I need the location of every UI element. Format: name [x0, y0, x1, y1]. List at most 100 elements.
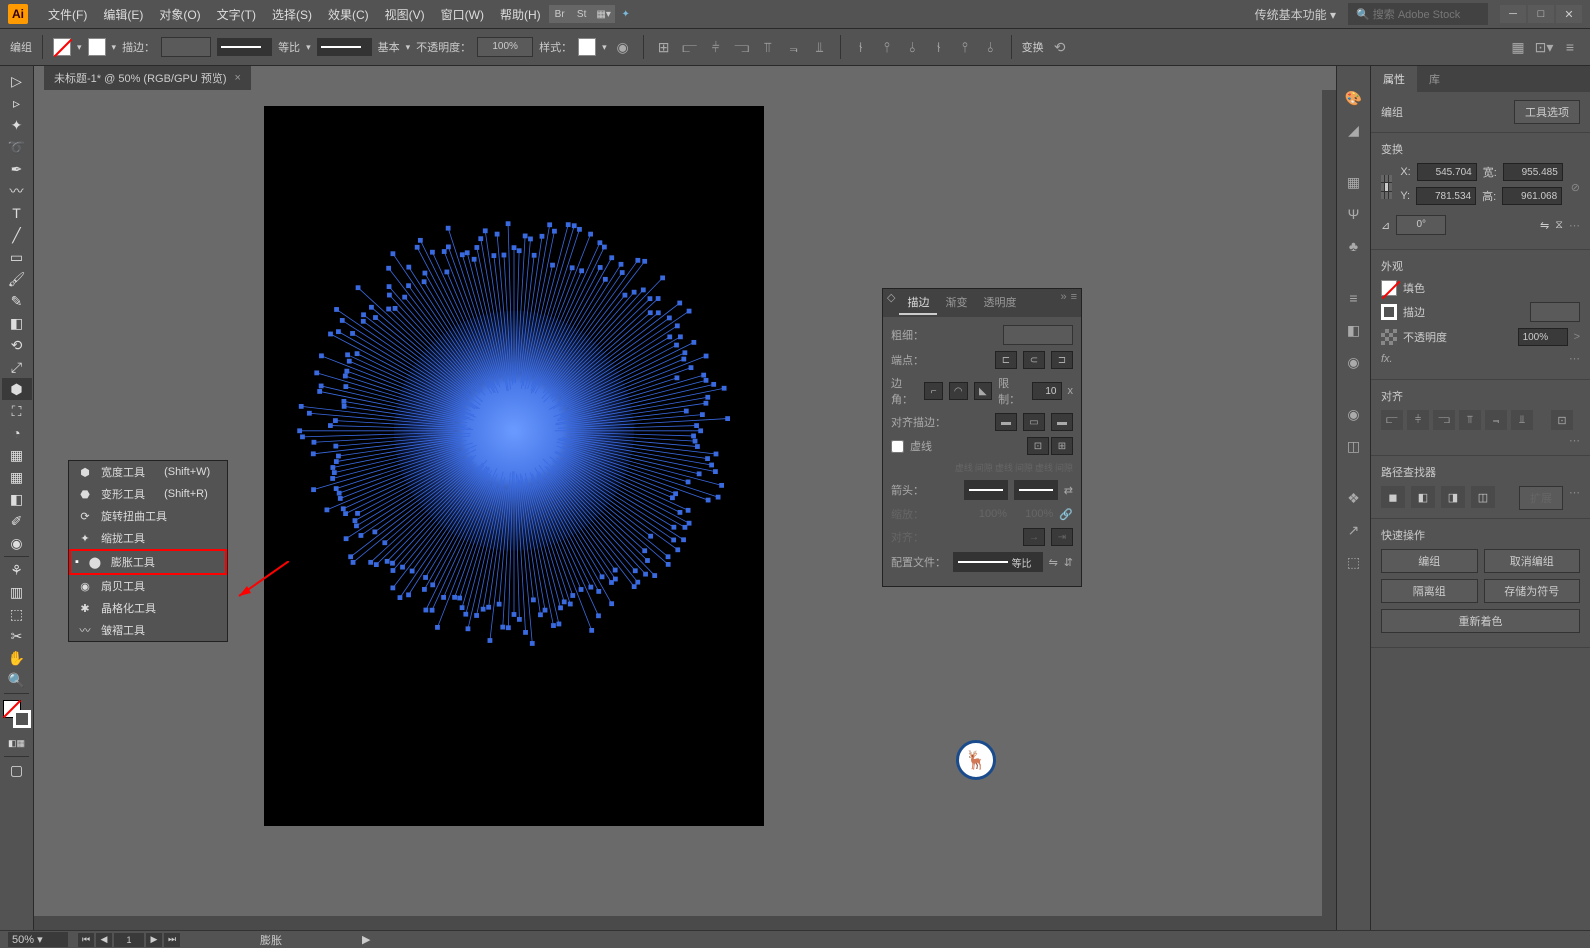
stroke-weight-input[interactable] — [1003, 325, 1073, 345]
dash-align-1[interactable]: ⊡ — [1027, 437, 1049, 455]
align-to-key[interactable]: ⊡ — [1551, 410, 1573, 430]
save-symbol-button[interactable]: 存储为符号 — [1484, 579, 1581, 603]
fx-button[interactable]: fx. — [1381, 353, 1393, 365]
flyout-crystallize-tool[interactable]: ✱晶格化工具 — [69, 597, 227, 619]
rectangle-tool[interactable]: ▭ — [2, 246, 32, 268]
flyout-twirl-tool[interactable]: ⟳旋转扭曲工具 — [69, 505, 227, 527]
search-stock-input[interactable]: 🔍 搜索 Adobe Stock — [1348, 3, 1488, 25]
transparency-panel-icon[interactable]: ◉ — [1342, 350, 1366, 374]
menu-effect[interactable]: 效果(C) — [320, 2, 377, 27]
cap-butt[interactable]: ⊏ — [995, 351, 1017, 369]
lasso-tool[interactable]: ➰ — [2, 136, 32, 158]
align-outside[interactable]: ▬ — [1051, 413, 1073, 431]
flyout-scallop-tool[interactable]: ◉扇贝工具 — [69, 575, 227, 597]
dist-v2-icon[interactable]: ⫯ — [955, 37, 975, 57]
grid-icon[interactable]: ▦ — [1508, 37, 1528, 57]
dist-v-icon[interactable]: ⫯ — [877, 37, 897, 57]
color-panel-icon[interactable]: 🎨 — [1342, 86, 1366, 110]
recolor-icon[interactable]: ◉ — [613, 37, 633, 57]
arrow-ext2[interactable]: ⇥ — [1051, 528, 1073, 546]
slice-tool[interactable]: ✂ — [2, 625, 32, 647]
gpu-icon[interactable]: ✦ — [615, 5, 637, 23]
transform-icon[interactable]: ⟲ — [1050, 37, 1070, 57]
vertical-scrollbar[interactable] — [1322, 90, 1336, 930]
stroke-tab[interactable]: 描边 — [899, 291, 937, 315]
align-inside[interactable]: ▭ — [1023, 413, 1045, 431]
nav-prev[interactable]: ◀ — [96, 933, 112, 947]
stroke-weight-dropdown[interactable] — [161, 37, 211, 57]
isolate-button[interactable]: 隔离组 — [1381, 579, 1478, 603]
nav-last[interactable]: ⏭ — [164, 933, 180, 947]
free-transform-tool[interactable]: ⛶ — [2, 400, 32, 422]
nav-page[interactable]: 1 — [114, 933, 144, 947]
align-top[interactable]: ⫪ — [1459, 410, 1481, 430]
stroke-swatch[interactable] — [88, 38, 106, 56]
align-hcenter-icon[interactable]: ⫩ — [706, 37, 726, 57]
opacity-dropdown[interactable]: 100% — [477, 37, 533, 57]
width-tool[interactable]: ⬢ — [2, 378, 32, 400]
profile-dropdown[interactable]: 等比 — [953, 552, 1043, 572]
recolor-button[interactable]: 重新着色 — [1381, 609, 1580, 633]
zoom-selector[interactable]: 50% ▾ — [8, 932, 68, 947]
layers-panel-icon[interactable]: ❖ — [1342, 486, 1366, 510]
dist-h2-icon[interactable]: ⫮ — [929, 37, 949, 57]
tool-options-button[interactable]: 工具选项 — [1514, 100, 1580, 124]
arrow-start[interactable] — [964, 480, 1008, 500]
fill-swatch-prop[interactable] — [1381, 280, 1397, 296]
horizontal-scrollbar[interactable] — [34, 916, 1322, 930]
dash-align-2[interactable]: ⊞ — [1051, 437, 1073, 455]
brush-def[interactable] — [317, 38, 372, 56]
nav-next[interactable]: ▶ — [146, 933, 162, 947]
flyout-warp-tool[interactable]: ⬣变形工具 (Shift+R) — [69, 483, 227, 505]
menu-select[interactable]: 选择(S) — [264, 2, 320, 27]
paintbrush-tool[interactable]: 🖌 — [2, 268, 32, 290]
menu-view[interactable]: 视图(V) — [377, 2, 433, 27]
align-left[interactable]: ⫍ — [1381, 410, 1403, 430]
align-top-icon[interactable]: ⫪ — [758, 37, 778, 57]
flyout-pucker-tool[interactable]: ✦缩拢工具 — [69, 527, 227, 549]
fill-swatch[interactable] — [53, 38, 71, 56]
screen-mode[interactable]: ▢ — [2, 759, 32, 781]
pen-tool[interactable]: ✒ — [2, 158, 32, 180]
scale-tool[interactable]: ⤢ — [2, 356, 32, 378]
selection-tool[interactable]: ▷ — [2, 70, 32, 92]
align-right[interactable]: ⫎ — [1433, 410, 1455, 430]
stroke-weight-prop[interactable] — [1530, 302, 1580, 322]
artboard-tool[interactable]: ⬚ — [2, 603, 32, 625]
align-bottom-icon[interactable]: ⫫ — [810, 37, 830, 57]
menu-help[interactable]: 帮助(H) — [492, 2, 549, 27]
align-left-icon[interactable]: ⫍ — [680, 37, 700, 57]
document-tab[interactable]: 未标题-1* @ 50% (RGB/GPU 预览) × — [44, 66, 251, 90]
align-vcenter-icon[interactable]: ⫬ — [784, 37, 804, 57]
menu-object[interactable]: 对象(O) — [151, 2, 208, 27]
miter-limit-input[interactable] — [1032, 382, 1062, 400]
appearance-panel-icon[interactable]: ◉ — [1342, 402, 1366, 426]
shape-builder-tool[interactable]: ◔ — [2, 422, 32, 444]
artboards-panel-icon[interactable]: ⬚ — [1342, 550, 1366, 574]
menu-edit[interactable]: 编辑(E) — [95, 2, 151, 27]
constrain-icon[interactable]: ⊘ — [1571, 181, 1580, 194]
direct-selection-tool[interactable]: ▹ — [2, 92, 32, 114]
color-mode[interactable]: ◧▦ — [2, 732, 32, 754]
reference-point[interactable] — [1381, 175, 1392, 199]
stock-icon[interactable]: St — [571, 5, 593, 23]
pf-exclude[interactable]: ◫ — [1471, 486, 1495, 508]
perspective-tool[interactable]: ▦ — [2, 444, 32, 466]
nav-first[interactable]: ⏮ — [78, 933, 94, 947]
align-right-icon[interactable]: ⫎ — [732, 37, 752, 57]
curvature-tool[interactable]: 〰 — [2, 180, 32, 202]
maximize-button[interactable]: □ — [1528, 5, 1554, 23]
menu-type[interactable]: 文字(T) — [209, 2, 264, 27]
align-center[interactable]: ▬ — [995, 413, 1017, 431]
cap-round[interactable]: ⊂ — [1023, 351, 1045, 369]
transform-label[interactable]: 变换 — [1022, 39, 1044, 55]
swap-arrows-icon[interactable]: ⇄ — [1064, 484, 1073, 497]
eyedropper-tool[interactable]: ✐ — [2, 510, 32, 532]
pf-unite[interactable]: ◼ — [1381, 486, 1405, 508]
opacity-input[interactable] — [1518, 328, 1568, 346]
dashed-checkbox[interactable] — [891, 440, 904, 453]
arrow-end[interactable] — [1014, 480, 1058, 500]
align-hcenter[interactable]: ⫩ — [1407, 410, 1429, 430]
blend-tool[interactable]: ◉ — [2, 532, 32, 554]
snap-icon[interactable]: ⊡▾ — [1534, 37, 1554, 57]
